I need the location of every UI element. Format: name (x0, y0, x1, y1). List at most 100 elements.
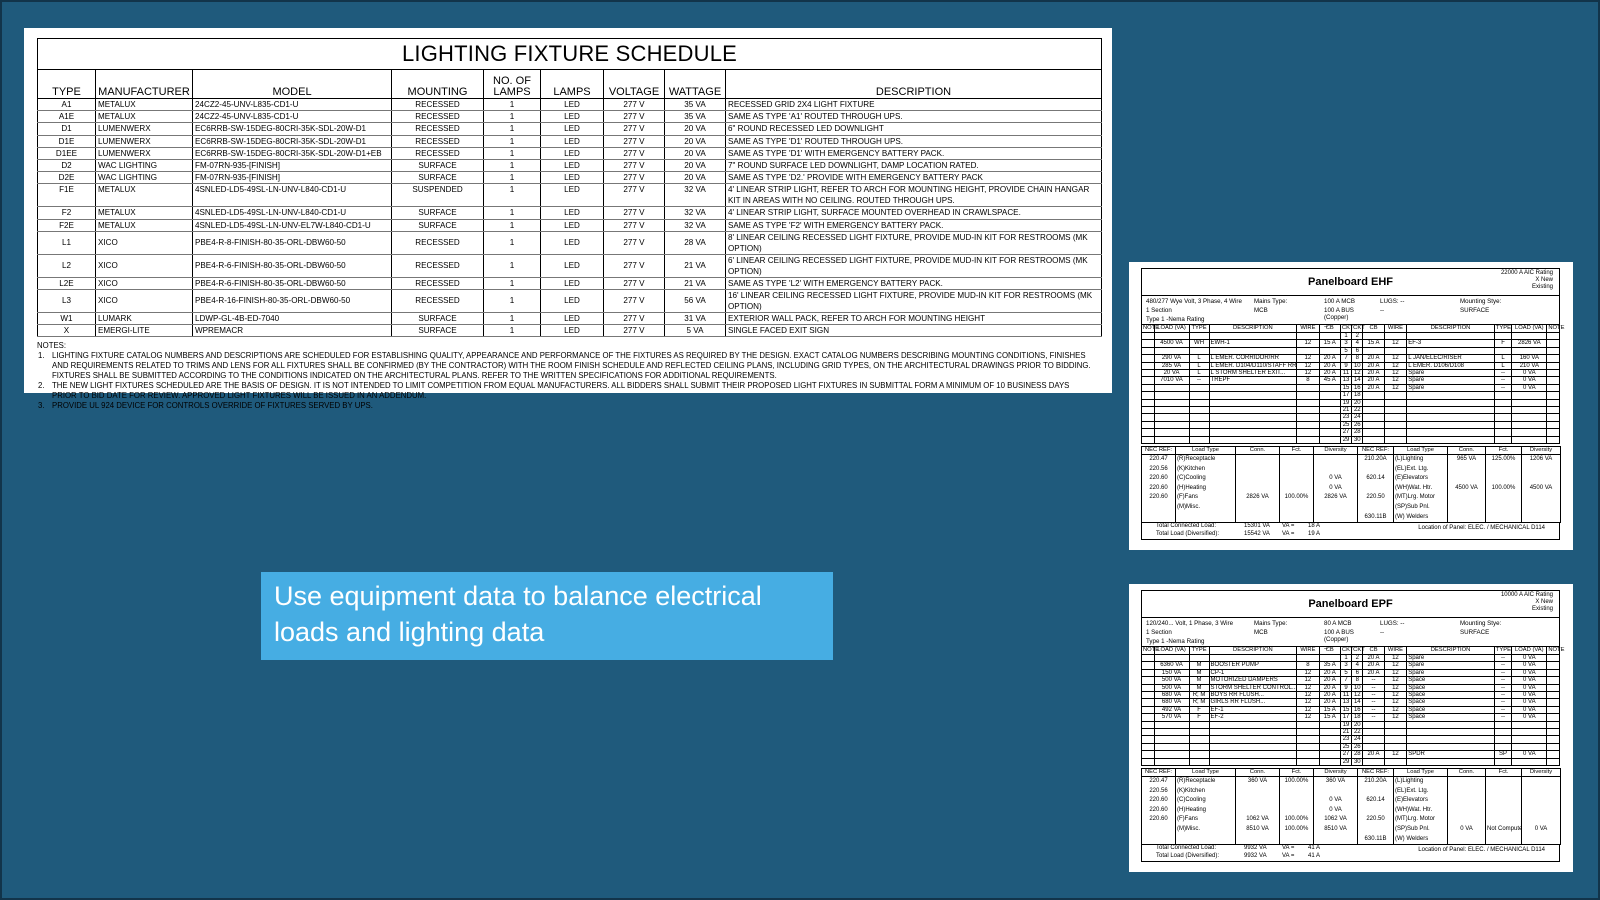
circuit-cell (1362, 735, 1385, 744)
circuit-cell (1546, 691, 1560, 700)
panel-info-value: -- (1380, 307, 1385, 314)
schedule-cell: 1 (483, 98, 541, 112)
circuit-cell: 12 (1351, 369, 1364, 378)
circuit-cell (1141, 339, 1155, 348)
circuit-cell: 22 (1351, 728, 1364, 737)
schedule-cell: SAME AS TYPE 'D1' WITH EMERGENCY BATTERY… (725, 147, 1102, 160)
schedule-cell: A1E (37, 110, 96, 124)
circuit-cell (1188, 742, 1210, 752)
circuit-cell: 2 (1351, 653, 1364, 663)
circuit-cell (1153, 406, 1190, 415)
circuit-cell: 7010 VA (1153, 376, 1190, 385)
circuit-cell (1362, 398, 1385, 408)
circuit-cell (1406, 742, 1495, 752)
circuit-cell: 35 A (1318, 661, 1341, 670)
summary-cell: 100.00% (1279, 776, 1314, 787)
circuit-cell (1208, 728, 1298, 737)
circuit-cell (1546, 683, 1560, 693)
circuit-cell (1153, 435, 1190, 445)
circuit-cell (1546, 728, 1560, 737)
summary-cell: 620.14 (1357, 796, 1394, 806)
circuit-cell: 210 VA (1511, 361, 1548, 371)
circuit-cell: EWH-1 (1208, 339, 1298, 348)
summary-cell (1313, 834, 1358, 846)
schedule-cell: PBE4-R-8-FINISH-80-35-ORL-DBW60-50 (192, 231, 392, 255)
circuit-cell (1188, 428, 1210, 437)
summary-cell (1485, 493, 1522, 504)
circuit-cell (1383, 757, 1408, 767)
circuit-cell (1546, 361, 1560, 371)
circuit-cell: 24 (1351, 735, 1364, 744)
schedule-cell: F2E (37, 219, 96, 232)
summary-cell (1485, 834, 1522, 846)
circuit-cell (1208, 398, 1298, 408)
summary-cell: (C)Cooling (1175, 474, 1236, 484)
circuit-cell (1383, 406, 1408, 415)
schedule-row: A1E METALUX 24CZ2-45-UNV-L835-CD1-U RECESSE… (37, 110, 1102, 124)
panel-totals: Total Connected Load: 15301 VA VA = 18 A Tot… (1141, 523, 1560, 541)
circuit-cell: 19 (1339, 720, 1353, 730)
summary-col-header: NEC REF: (1141, 768, 1176, 778)
schedule-cell: 56 VA (664, 289, 726, 313)
circuit-cell (1153, 391, 1190, 400)
summary-cell: (MT)Lrg. Motor (1393, 815, 1448, 826)
schedule-cell: METALUX (95, 219, 193, 232)
circuit-cell (1153, 728, 1190, 737)
panel-info-value: LUGS: -- (1380, 620, 1405, 627)
circuit-cell (1511, 720, 1548, 730)
panel-aic-rating: 10000 A AIC Rating X New Existing (1501, 592, 1553, 613)
summary-row: 220.60 (C)Cooling 0 VA 620.14 (E)Elevators (1141, 796, 1561, 806)
circuit-cell: 1 (1339, 331, 1353, 341)
schedule-cell: 277 V (603, 171, 665, 185)
schedule-cell: 277 V (603, 219, 665, 232)
summary-cell (1279, 512, 1314, 524)
circuit-cell: 20 A (1318, 354, 1341, 363)
circuit-cell (1362, 435, 1385, 445)
circuit-row: 29 30 (1141, 435, 1560, 445)
circuit-cell (1546, 698, 1560, 707)
summary-row: (M)Misc. (SP)Sub Pnl. (1141, 503, 1561, 513)
circuit-cell (1141, 354, 1155, 363)
circuit-row: 492 VA F EF-1 12 15 A 15 16 -- 12 Space -- 0 VA (1141, 705, 1560, 715)
panelboard-epf: Panelboard EPF 10000 A AIC Rating X New Exi… (1129, 584, 1573, 872)
circuit-cell: 8 (1296, 661, 1320, 670)
circuit-cell (1188, 735, 1210, 744)
circuit-cell (1188, 406, 1210, 415)
circuit-cell: 13 (1339, 376, 1353, 385)
circuit-cell: 150 VA (1153, 668, 1190, 678)
circuit-cell (1318, 720, 1341, 730)
circuit-cell: -- (1493, 691, 1513, 700)
schedule-cell: LED (540, 254, 604, 278)
summary-cell (1521, 474, 1561, 484)
panel-location: Location of Panel: ELEC. / MECHANICAL D1… (1418, 525, 1545, 532)
summary-cell: (W) Welders (1393, 834, 1448, 846)
circuit-cell (1383, 742, 1408, 752)
circuit-cell (1362, 406, 1385, 415)
circuit-cell (1318, 653, 1341, 663)
circuit-row: 680 VA R; M BOYS RR FLUSH... 12 20 A 11 12 -- 12… (1141, 691, 1560, 700)
aic-line: Existing (1531, 284, 1553, 290)
circuit-cell (1383, 428, 1408, 437)
summary-col-header: Fct. (1279, 768, 1314, 778)
circuit-cell (1141, 713, 1155, 722)
circuit-cell (1362, 720, 1385, 730)
circuit-cell (1362, 728, 1385, 737)
summary-col-header: Fct. (1485, 768, 1522, 778)
circuit-cell: 9 (1339, 361, 1353, 371)
circuit-col-header: LOAD (VA) (1153, 646, 1190, 655)
summary-cell (1447, 815, 1486, 826)
circuit-cell (1546, 428, 1560, 437)
panel-info-value: Type 1 -Nema Rating (1146, 316, 1205, 323)
summary-cell (1313, 512, 1358, 524)
circuit-cell: Space (1406, 676, 1495, 685)
circuit-cell: 20 A (1318, 698, 1341, 707)
summary-row: 220.60 (C)Cooling 0 VA 620.14 (E)Elevators (1141, 474, 1561, 484)
circuit-cell: 5 (1339, 668, 1353, 678)
circuit-cell (1208, 435, 1298, 445)
circuit-cell: 0 VA (1511, 750, 1548, 759)
circuit-cell (1141, 683, 1155, 693)
circuit-cell (1493, 413, 1513, 422)
schedule-cell: 21 VA (664, 277, 726, 290)
circuit-cell (1546, 398, 1560, 408)
schedule-cell: RECESSED (391, 289, 484, 313)
